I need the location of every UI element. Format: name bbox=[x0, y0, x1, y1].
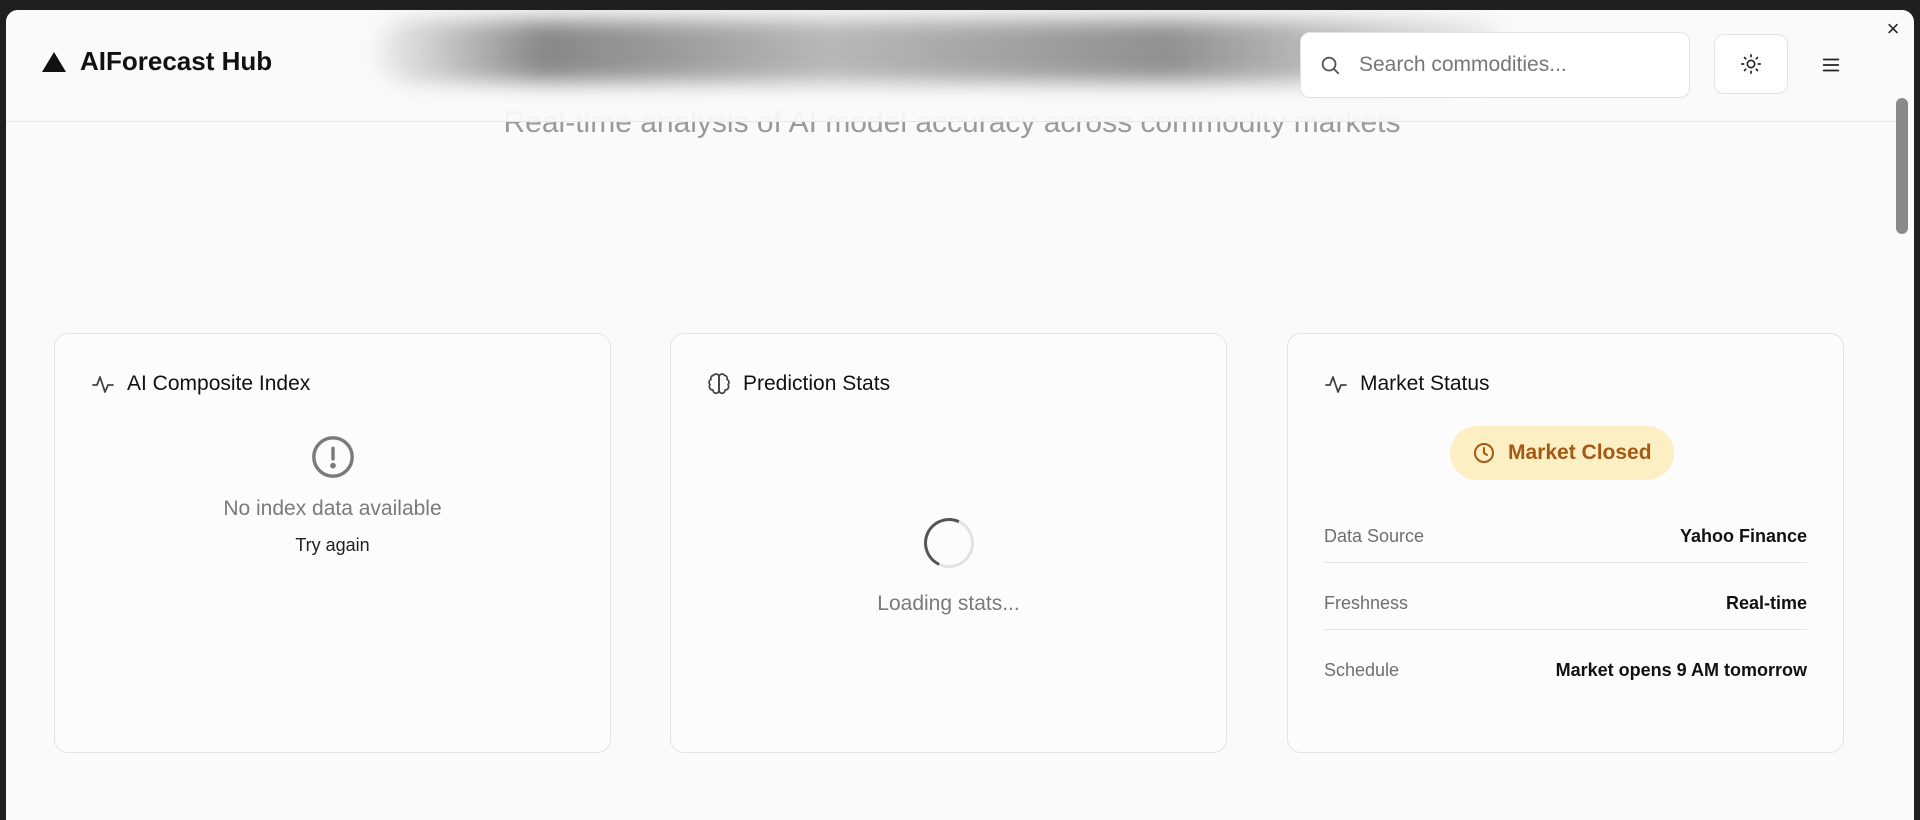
triangle-logo-icon bbox=[42, 51, 66, 72]
info-row-schedule: Schedule Market opens 9 AM tomorrow bbox=[1324, 644, 1807, 696]
menu-button[interactable] bbox=[1806, 40, 1856, 90]
search-input[interactable] bbox=[1359, 53, 1659, 77]
loading-state: Loading stats... bbox=[671, 510, 1226, 616]
info-label: Data Source bbox=[1324, 525, 1425, 546]
card-header: Prediction Stats bbox=[707, 372, 890, 396]
loading-message: Loading stats... bbox=[877, 592, 1020, 615]
app-title: AIForecast Hub bbox=[80, 46, 273, 76]
loading-spinner-icon bbox=[916, 510, 981, 576]
sun-icon bbox=[1741, 54, 1761, 74]
market-status-card: Market Status Market Closed Data Source … bbox=[1287, 333, 1844, 753]
card-title: Prediction Stats bbox=[743, 372, 891, 395]
alert-circle-icon bbox=[311, 436, 354, 478]
theme-toggle-button[interactable] bbox=[1714, 34, 1788, 94]
card-header: Market Status bbox=[1324, 372, 1490, 396]
prediction-stats-card: Prediction Stats Loading stats... bbox=[670, 333, 1227, 753]
row-divider bbox=[1324, 562, 1807, 563]
card-title: AI Composite Index bbox=[127, 372, 311, 395]
try-again-button[interactable]: Try again bbox=[55, 535, 610, 556]
info-row-data-source: Data Source Yahoo Finance bbox=[1324, 510, 1807, 562]
clock-icon bbox=[1474, 443, 1494, 463]
card-title: Market Status bbox=[1360, 372, 1490, 395]
activity-icon bbox=[92, 376, 114, 393]
info-label: Freshness bbox=[1324, 592, 1409, 613]
browser-window: Real-time analysis of AI model accuracy … bbox=[6, 10, 1914, 820]
empty-state-message: No index data available bbox=[223, 497, 442, 520]
brain-icon bbox=[708, 373, 730, 395]
ai-composite-index-card: AI Composite Index No index data availab… bbox=[54, 333, 611, 753]
search-icon bbox=[1321, 56, 1340, 75]
info-row-freshness: Freshness Real-time bbox=[1324, 577, 1807, 629]
empty-state: No index data available Try again bbox=[55, 434, 610, 556]
info-value: Real-time bbox=[1725, 592, 1807, 613]
market-status-label: Market Closed bbox=[1508, 441, 1652, 464]
close-icon[interactable]: × bbox=[1882, 18, 1904, 40]
row-divider bbox=[1324, 629, 1807, 630]
info-label: Schedule bbox=[1324, 659, 1400, 680]
search-box[interactable] bbox=[1300, 32, 1690, 98]
market-status-badge: Market Closed bbox=[1450, 426, 1674, 480]
hamburger-menu-icon bbox=[1822, 58, 1840, 72]
activity-icon bbox=[1325, 376, 1347, 393]
info-value: Yahoo Finance bbox=[1679, 525, 1807, 546]
card-header: AI Composite Index bbox=[91, 372, 310, 396]
top-navbar: AIForecast Hub bbox=[6, 10, 1898, 122]
brand-link[interactable]: AIForecast Hub bbox=[42, 46, 272, 77]
vertical-scrollbar[interactable] bbox=[1896, 98, 1908, 234]
info-value: Market opens 9 AM tomorrow bbox=[1555, 659, 1807, 680]
